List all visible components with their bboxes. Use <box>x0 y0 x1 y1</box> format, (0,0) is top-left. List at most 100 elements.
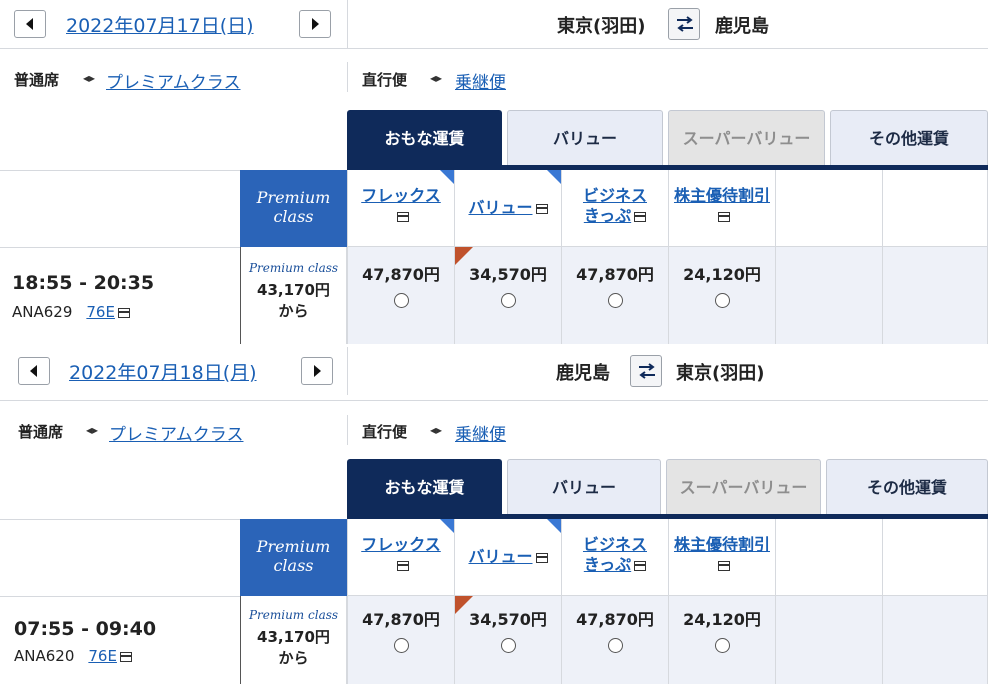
date-link[interactable]: 2022年07月18日(月) <box>69 358 257 385</box>
next-date-button[interactable] <box>299 10 331 38</box>
route-current-label: 直行便 <box>362 423 408 441</box>
cabin-switch-link[interactable]: プレミアムクラス <box>109 420 243 445</box>
fare-header-empty <box>882 170 988 247</box>
fare-radio[interactable] <box>500 638 516 653</box>
date-nav: 2022年07月18日(月) <box>0 347 348 395</box>
divider <box>0 247 240 248</box>
cabin-switch-link[interactable]: プレミアムクラス <box>106 68 240 93</box>
chevron-right-icon <box>312 18 319 30</box>
fare-business-link-line2[interactable]: きっぷ <box>584 206 631 226</box>
fare-header-empty <box>775 170 882 247</box>
fare-radio[interactable] <box>714 293 730 308</box>
fare-header-business: ビジネス きっぷ <box>561 519 668 596</box>
premium-header-line1: Premium <box>256 537 331 556</box>
card-icon <box>535 552 548 563</box>
fare-cell-flex[interactable]: 47,870円 <box>347 247 454 344</box>
premium-fare-cell[interactable]: Premium class 43,170円 から <box>240 247 347 344</box>
card-icon <box>117 307 130 318</box>
premium-class-header: Premium class <box>240 519 347 596</box>
date-link[interactable]: 2022年07月17日(日) <box>66 11 254 38</box>
flight-number: ANA620 <box>14 647 75 665</box>
chevron-left-icon <box>26 18 33 30</box>
divider <box>0 400 348 401</box>
left-right-toggle-icon: ◂▸ <box>86 423 99 437</box>
tab-value[interactable]: バリュー <box>507 459 661 515</box>
tab-other-fares[interactable]: その他運賃 <box>826 459 988 515</box>
fare-header-flex: フレックス <box>347 519 454 596</box>
aircraft-link[interactable]: 76E <box>88 647 117 665</box>
fare-price: 47,870円 <box>362 610 440 629</box>
fare-business-link[interactable]: ビジネス <box>583 186 647 206</box>
flight-info: ANA629 76E <box>12 303 130 321</box>
fare-cell-shareholder[interactable]: 24,120円 <box>668 247 775 344</box>
fare-flex-link[interactable]: フレックス <box>361 535 441 555</box>
fare-type-marker <box>440 170 454 184</box>
route-switch-link[interactable]: 乗継便 <box>455 68 506 93</box>
swap-route-button[interactable] <box>668 8 700 40</box>
fare-cell-empty <box>775 596 882 684</box>
tab-other-fares[interactable]: その他運賃 <box>830 110 988 166</box>
fare-price: 24,120円 <box>683 265 761 284</box>
divider <box>0 519 240 520</box>
fare-price: 24,120円 <box>683 610 761 629</box>
route-origin: 鹿児島 <box>556 363 610 384</box>
fare-type-marker <box>440 519 454 533</box>
date-nav: 2022年07月17日(日) <box>0 0 348 48</box>
fare-radio[interactable] <box>607 293 623 308</box>
left-right-toggle-icon: ◂▸ <box>430 423 443 437</box>
fare-type-marker <box>547 170 561 184</box>
fare-radio[interactable] <box>500 293 516 308</box>
premium-header-line1: Premium <box>256 188 331 207</box>
swap-route-button[interactable] <box>630 355 662 387</box>
fare-cell-value[interactable]: 34,570円 <box>454 247 561 344</box>
fare-header-business: ビジネス きっぷ <box>561 170 668 247</box>
prev-date-button[interactable] <box>18 357 50 385</box>
card-icon <box>634 211 647 222</box>
fare-header-value: バリュー <box>454 170 561 247</box>
swap-arrows-icon <box>639 363 655 379</box>
fare-cell-value[interactable]: 34,570円 <box>454 596 561 684</box>
flight-info: ANA620 76E <box>14 647 132 665</box>
tab-super-value: スーパーバリュー <box>666 459 821 515</box>
card-icon <box>396 211 409 222</box>
tab-value[interactable]: バリュー <box>507 110 663 166</box>
fare-cell-flex[interactable]: 47,870円 <box>347 596 454 684</box>
route-header: 東京(羽田) 鹿児島 <box>349 0 989 48</box>
left-right-toggle-icon: ◂▸ <box>83 71 96 85</box>
fare-business-link-line2[interactable]: きっぷ <box>584 555 631 575</box>
divider <box>0 170 240 171</box>
fare-shareholder-link[interactable]: 株主優待割引 <box>674 535 770 555</box>
tab-main-fares[interactable]: おもな運賃 <box>347 459 502 515</box>
premium-price: 43,170円 <box>257 628 330 646</box>
divider <box>347 415 348 445</box>
fare-shareholder-link[interactable]: 株主優待割引 <box>674 186 770 206</box>
route-destination: 鹿児島 <box>715 16 769 37</box>
fare-cell-business[interactable]: 47,870円 <box>561 247 668 344</box>
flight-number: ANA629 <box>12 303 73 321</box>
fare-radio[interactable] <box>393 293 409 308</box>
cabin-current-label: 普通席 <box>18 423 64 441</box>
premium-fare-cell[interactable]: Premium class 43,170円 から <box>240 596 347 684</box>
swap-arrows-icon <box>677 16 693 32</box>
premium-price: 43,170円 <box>257 281 330 299</box>
route-switch-link[interactable]: 乗継便 <box>455 420 506 445</box>
tab-main-fares[interactable]: おもな運賃 <box>347 110 502 166</box>
fare-flex-link[interactable]: フレックス <box>361 186 441 206</box>
fare-business-link[interactable]: ビジネス <box>583 535 647 555</box>
fare-cell-business[interactable]: 47,870円 <box>561 596 668 684</box>
card-icon <box>717 560 730 571</box>
fare-radio[interactable] <box>393 638 409 653</box>
prev-date-button[interactable] <box>14 10 46 38</box>
discount-marker <box>455 247 473 265</box>
premium-class-header: Premium class <box>240 170 347 247</box>
fare-radio[interactable] <box>714 638 730 653</box>
aircraft-link[interactable]: 76E <box>86 303 115 321</box>
fare-header-flex: フレックス <box>347 170 454 247</box>
fare-value-link[interactable]: バリュー <box>468 547 532 567</box>
fare-header-empty <box>775 519 882 596</box>
fare-cell-shareholder[interactable]: 24,120円 <box>668 596 775 684</box>
fare-type-marker <box>547 519 561 533</box>
fare-value-link[interactable]: バリュー <box>468 198 532 218</box>
next-date-button[interactable] <box>301 357 333 385</box>
fare-radio[interactable] <box>607 638 623 653</box>
